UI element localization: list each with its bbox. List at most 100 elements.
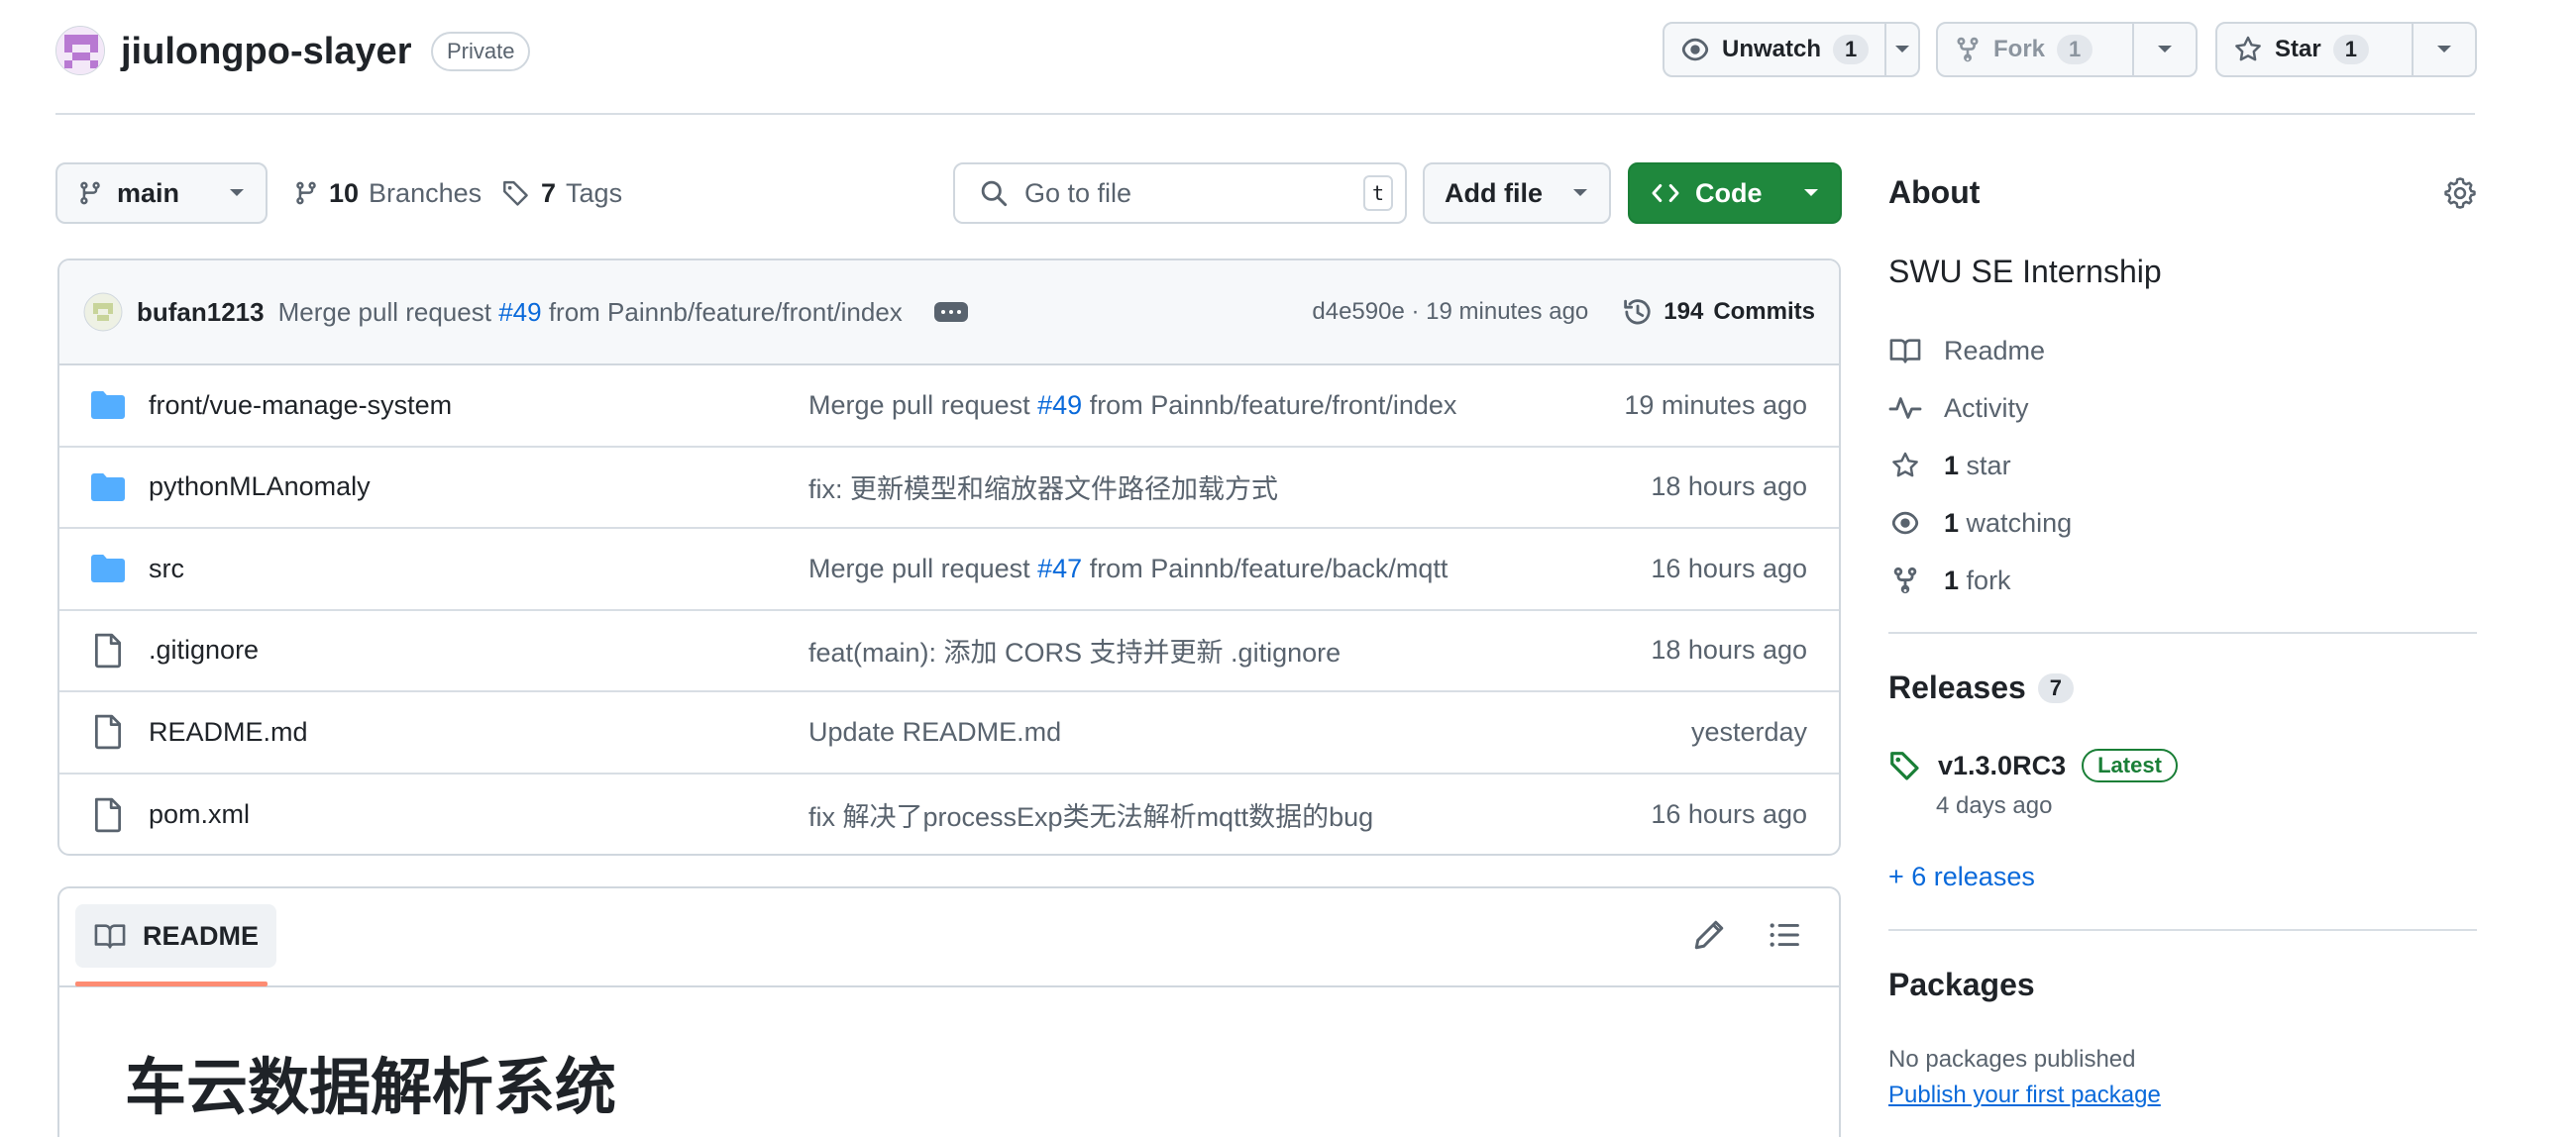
commit-message[interactable]: Merge pull request #49 from Painnb/featu… <box>278 297 903 328</box>
file-commit-message-text: feat(main): 添加 CORS 支持并更新 .gitignore <box>808 638 1342 669</box>
edit-readme-button[interactable] <box>1692 918 1726 952</box>
forks-link[interactable]: 1 fork <box>1888 561 2011 600</box>
file-name[interactable]: .gitignore <box>149 635 808 666</box>
fork-button[interactable]: Fork 1 <box>1936 22 2198 77</box>
go-to-file-placeholder: Go to file <box>1024 177 1132 208</box>
pulse-icon <box>1888 393 1922 423</box>
unwatch-label: Unwatch <box>1722 36 1822 62</box>
shortcut-key: t <box>1363 175 1393 211</box>
commit-pr-link[interactable]: #49 <box>498 297 541 327</box>
watching-count: 1 <box>1944 507 1960 538</box>
branches-count: 10 <box>329 177 360 208</box>
branch-name: main <box>117 177 180 208</box>
file-commit-message[interactable]: feat(main): 添加 CORS 支持并更新 .gitignore <box>808 631 1651 670</box>
file-row[interactable]: src Merge pull request #47 from Painnb/fe… <box>59 529 1839 611</box>
fork-label: Fork <box>1993 36 2046 62</box>
stars-link[interactable]: 1 star <box>1888 446 2011 485</box>
stars-label: star <box>1966 450 2011 480</box>
file-name[interactable]: pythonMLAnomaly <box>149 471 808 502</box>
activity-link[interactable]: Activity <box>1888 388 2029 428</box>
file-commit-time: yesterday <box>1690 716 1807 747</box>
file-icon <box>59 797 149 833</box>
watch-dropdown[interactable] <box>1884 24 1918 75</box>
file-commit-message[interactable]: fix: 更新模型和缩放器文件路径加载方式 <box>808 467 1651 506</box>
no-packages-text: No packages published <box>1888 1046 2136 1073</box>
star-dropdown[interactable] <box>2411 24 2475 75</box>
branches-link[interactable]: 10 Branches <box>293 162 482 224</box>
file-commit-message[interactable]: fix 解决了processExp类无法解析mqtt数据的bug <box>808 795 1651 834</box>
file-commit-message[interactable]: Update README.md <box>808 717 1691 748</box>
readme-tab-label: README <box>143 920 260 951</box>
commit-message-prefix: Merge pull request <box>277 296 491 327</box>
commits-history-link[interactable]: 194 Commits <box>1622 296 1815 328</box>
forks-label: fork <box>1966 565 2011 595</box>
releases-heading-label: Releases <box>1888 670 2026 705</box>
folder-icon <box>59 472 149 502</box>
commit-hash-time[interactable]: d4e590e · 19 minutes ago <box>1312 298 1588 326</box>
packages-heading[interactable]: Packages <box>1888 967 2035 1003</box>
file-commit-pr-link[interactable]: #49 <box>1037 390 1082 420</box>
file-commit-message[interactable]: Merge pull request #49 from Painnb/featu… <box>808 390 1624 421</box>
repo-owner-avatar[interactable] <box>55 26 105 75</box>
publish-package-link[interactable]: Publish your first package <box>1888 1082 2161 1109</box>
star-button[interactable]: Star 1 <box>2215 22 2477 77</box>
commits-label: Commits <box>1713 298 1815 325</box>
branch-icon <box>77 178 103 208</box>
readme-tab[interactable]: README <box>75 904 277 968</box>
file-commit-time: 16 hours ago <box>1651 799 1807 830</box>
add-file-button[interactable]: Add file <box>1423 162 1611 224</box>
watch-count: 1 <box>1833 35 1870 64</box>
file-commit-message-text: Merge pull request <box>808 389 1038 420</box>
star-icon <box>2233 35 2263 64</box>
file-row[interactable]: pom.xml fix 解决了processExp类无法解析mqtt数据的bug 1… <box>59 775 1839 855</box>
file-commit-message-suffix: from Painnb/feature/front/index <box>1082 389 1457 420</box>
file-commit-message-suffix: from Painnb/feature/back/mqtt <box>1082 553 1449 583</box>
expand-commit-message-button[interactable] <box>933 302 968 322</box>
file-commit-time: 19 minutes ago <box>1624 389 1807 420</box>
repo-name[interactable]: jiulongpo-slayer <box>121 26 411 77</box>
readme-link[interactable]: Readme <box>1888 331 2045 370</box>
file-name[interactable]: README.md <box>149 717 808 748</box>
file-commit-message-text: Update README.md <box>808 716 1062 747</box>
commits-count: 194 <box>1664 298 1704 325</box>
latest-release[interactable]: v1.3.0RC3 Latest <box>1888 749 2178 782</box>
readme-header: README <box>59 888 1839 987</box>
star-label: Star <box>2275 36 2321 62</box>
caret-down-icon <box>228 187 246 199</box>
history-icon <box>1622 296 1654 328</box>
outline-button[interactable] <box>1768 918 1801 952</box>
file-row[interactable]: pythonMLAnomaly fix: 更新模型和缩放器文件路径加载方式 18 h… <box>59 448 1839 529</box>
file-row[interactable]: README.md Update README.md yesterday <box>59 692 1839 775</box>
watching-link[interactable]: 1 watching <box>1888 503 2072 543</box>
file-commit-message-text: fix 解决了processExp类无法解析mqtt数据的bug <box>808 802 1374 833</box>
readme-tab-underline <box>75 982 268 986</box>
tags-link[interactable]: 7 Tags <box>501 162 622 224</box>
latest-release-name: v1.3.0RC3 <box>1938 750 2067 780</box>
commit-author-avatar[interactable] <box>83 292 123 332</box>
file-row[interactable]: front/vue-manage-system Merge pull reques… <box>59 365 1839 448</box>
more-releases-link[interactable]: + 6 releases <box>1888 862 2035 892</box>
fork-icon <box>1954 35 1982 64</box>
file-name[interactable]: src <box>149 554 808 584</box>
file-commit-pr-link[interactable]: #47 <box>1037 554 1082 583</box>
caret-down-icon <box>2156 44 2174 55</box>
about-heading: About <box>1888 174 1981 210</box>
branches-label: Branches <box>369 177 483 208</box>
file-name[interactable]: pom.xml <box>149 799 808 830</box>
file-commit-message[interactable]: Merge pull request #47 from Painnb/featu… <box>808 554 1651 584</box>
releases-count: 7 <box>2037 672 2075 703</box>
watching-label: watching <box>1966 507 2073 538</box>
releases-heading[interactable]: Releases 7 <box>1888 670 2075 706</box>
branch-selector[interactable]: main <box>55 162 268 224</box>
pencil-icon <box>1692 918 1726 952</box>
commit-author[interactable]: bufan1213 <box>137 297 265 328</box>
caret-down-icon <box>2435 44 2453 55</box>
file-name[interactable]: front/vue-manage-system <box>149 390 808 421</box>
about-settings-button[interactable] <box>2443 176 2477 210</box>
unwatch-button[interactable]: Unwatch 1 <box>1663 22 1920 77</box>
fork-dropdown[interactable] <box>2131 24 2196 75</box>
file-row[interactable]: .gitignore feat(main): 添加 CORS 支持并更新 .git… <box>59 611 1839 692</box>
code-button[interactable]: Code <box>1628 162 1842 224</box>
tag-icon <box>501 178 531 208</box>
go-to-file-input[interactable]: Go to file t <box>953 162 1407 224</box>
